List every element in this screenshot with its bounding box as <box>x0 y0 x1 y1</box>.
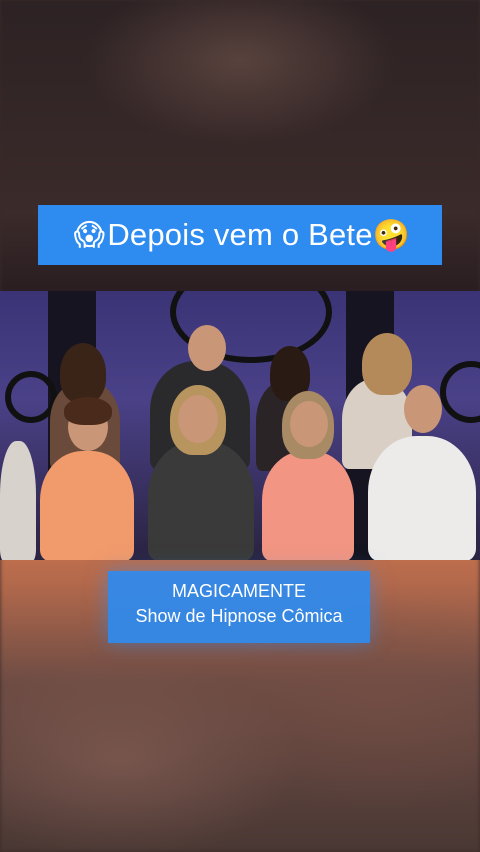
audience-member-head <box>290 401 328 447</box>
audience-member <box>262 451 354 560</box>
backdrop-doodle <box>440 361 480 423</box>
caption-show-subtitle: Show de Hipnose Cômica <box>135 606 343 626</box>
hypnotist-head <box>188 325 226 371</box>
scream-emoji-icon: 😱 <box>73 217 106 253</box>
audience-member <box>40 451 134 560</box>
backdrop-doodle <box>5 371 57 423</box>
title-text: Depois vem o Bete <box>107 217 373 252</box>
audience-member-hair <box>362 333 412 395</box>
audience-member <box>0 441 36 560</box>
caption-show-name: MAGICAMENTE <box>171 581 306 601</box>
audience-member-head <box>404 385 442 433</box>
zany-face-emoji-icon: 🤪 <box>372 217 411 253</box>
caption-box: MAGICAMENTE Show de Hipnose Cômica <box>108 571 370 643</box>
audience-member-hair <box>60 343 106 403</box>
audience-member-hair <box>64 397 112 425</box>
audience-member <box>368 436 476 560</box>
title-banner: 😱 Depois vem o Bete 🤪 <box>38 205 442 265</box>
hypnotized-woman <box>148 441 254 560</box>
video-frame[interactable] <box>0 291 480 560</box>
audience-member-head <box>178 395 218 443</box>
